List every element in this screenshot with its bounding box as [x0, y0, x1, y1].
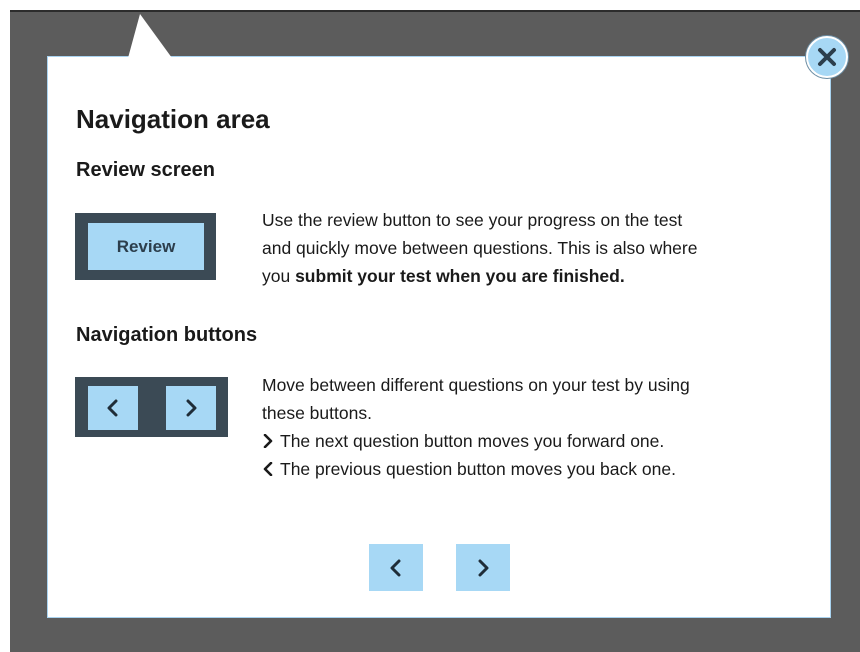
chevron-right-icon — [263, 433, 273, 449]
chevron-left-icon — [390, 559, 401, 576]
nav-next-description: The next question button moves you forwa… — [262, 427, 690, 455]
navigation-description: Move between different questions on your… — [262, 371, 690, 483]
review-text-prefix: you — [262, 266, 296, 286]
previous-page-button[interactable] — [369, 544, 423, 591]
review-text-line-3: you submit your test when you are finish… — [262, 262, 697, 290]
review-example-button: Review — [88, 223, 204, 270]
review-text-bold: submit your test when you are finished. — [295, 266, 625, 286]
review-text-line-1: Use the review button to see your progre… — [262, 210, 683, 230]
example-prev-button — [88, 386, 138, 430]
review-description: Use the review button to see your progre… — [262, 206, 697, 290]
close-icon — [818, 48, 836, 66]
chevron-left-icon — [107, 399, 118, 417]
backdrop-edge — [10, 10, 860, 12]
nav-prev-text: The previous question button moves you b… — [280, 459, 676, 479]
next-page-button[interactable] — [456, 544, 510, 591]
chevron-left-icon — [263, 461, 273, 477]
chevron-right-icon — [186, 399, 197, 417]
nav-text-line-1: Move between different questions on your… — [262, 375, 690, 395]
review-text-line-2: and quickly move between questions. This… — [262, 238, 698, 258]
nav-text-line-2: these buttons. — [262, 403, 372, 423]
nav-prev-description: The previous question button moves you b… — [262, 455, 690, 483]
example-next-button — [166, 386, 216, 430]
review-section-heading: Review screen — [76, 159, 215, 181]
chevron-right-icon — [478, 559, 489, 576]
dialog-pointer — [128, 14, 172, 58]
close-button[interactable] — [806, 36, 848, 78]
nav-next-text: The next question button moves you forwa… — [280, 431, 665, 451]
navigation-section-heading: Navigation buttons — [76, 324, 258, 346]
dialog-title: Navigation area — [76, 104, 270, 134]
